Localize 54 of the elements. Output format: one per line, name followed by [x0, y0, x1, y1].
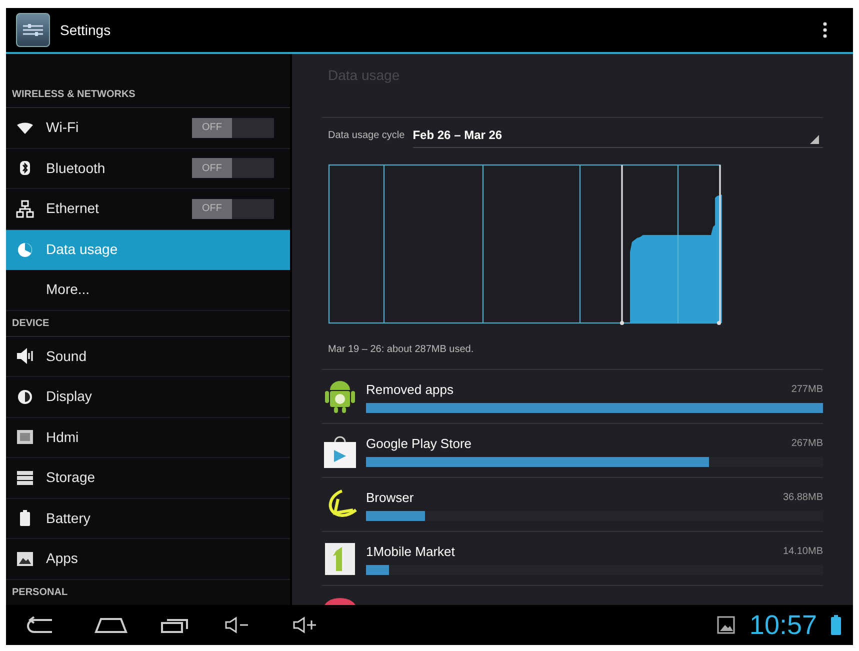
cycle-dropdown[interactable]: Feb 26 – Mar 26	[412, 122, 823, 148]
item-label: Data usage	[46, 240, 118, 260]
settings-item[interactable]: Bluetooth OFF	[6, 148, 290, 189]
settings-item[interactable]: Display	[6, 377, 290, 418]
pie-chart-icon	[16, 240, 34, 259]
section-header: WIRELESS & NETWORKS	[12, 88, 136, 102]
item-label: Sound	[46, 346, 86, 366]
volume-down-icon[interactable]	[224, 616, 250, 634]
settings-item[interactable]: Hdmi	[6, 418, 290, 458]
usage-amount: 14.10MB	[782, 545, 823, 559]
section-header: DEVICE	[12, 316, 50, 330]
home-icon[interactable]	[94, 616, 128, 634]
volume-up-icon[interactable]	[292, 616, 318, 634]
dropdown-corner-icon	[810, 135, 819, 144]
section-header: PERSONAL	[12, 586, 68, 600]
picture-icon	[16, 550, 34, 568]
network-icon	[16, 200, 34, 218]
image-notification-icon[interactable]	[717, 616, 736, 634]
app-name: Google Play Store	[366, 434, 472, 453]
settings-item[interactable]: Apps	[6, 539, 290, 580]
usage-amount: 277MB	[791, 383, 823, 397]
app-name: 1Mobile Market	[366, 542, 455, 561]
usage-summary: Mar 19 – 26: about 287MB used.	[328, 343, 474, 357]
item-label: Battery	[46, 508, 90, 528]
settings-item[interactable]: Ethernet OFF	[6, 189, 290, 230]
app-name: Browser	[366, 488, 414, 507]
usage-amount: 36.88MB	[782, 491, 823, 505]
app-title: Settings	[60, 20, 111, 40]
item-label: Storage	[46, 468, 96, 488]
speaker-icon	[16, 347, 34, 366]
item-label: Apps	[46, 549, 78, 568]
item-label: Ethernet	[46, 199, 99, 218]
settings-app-icon[interactable]	[16, 13, 50, 47]
android-icon	[322, 378, 358, 414]
clock-time: 10:57	[749, 612, 817, 638]
settings-item[interactable]: Storage	[6, 458, 290, 498]
usage-amount: 267MB	[791, 437, 823, 451]
storage-icon	[16, 468, 34, 487]
settings-item[interactable]: Battery	[6, 498, 290, 539]
item-label: Bluetooth	[46, 158, 106, 178]
recent-apps-icon[interactable]	[160, 616, 190, 634]
cycle-label: Data usage cycle	[328, 128, 405, 142]
overflow-menu-icon[interactable]	[823, 22, 827, 38]
item-label: Display	[46, 387, 92, 406]
app-name: Removed apps	[366, 380, 454, 399]
number-one-icon	[322, 540, 358, 576]
settings-item[interactable]: Wi-Fi OFF	[6, 108, 290, 148]
contrast-icon	[16, 388, 34, 406]
monitor-icon	[16, 428, 34, 446]
item-label: More...	[46, 280, 90, 300]
settings-item[interactable]: Sound	[6, 336, 290, 377]
battery-icon	[831, 615, 841, 635]
item-label: Wi-Fi	[46, 118, 79, 138]
item-label: Hdmi	[46, 428, 79, 447]
